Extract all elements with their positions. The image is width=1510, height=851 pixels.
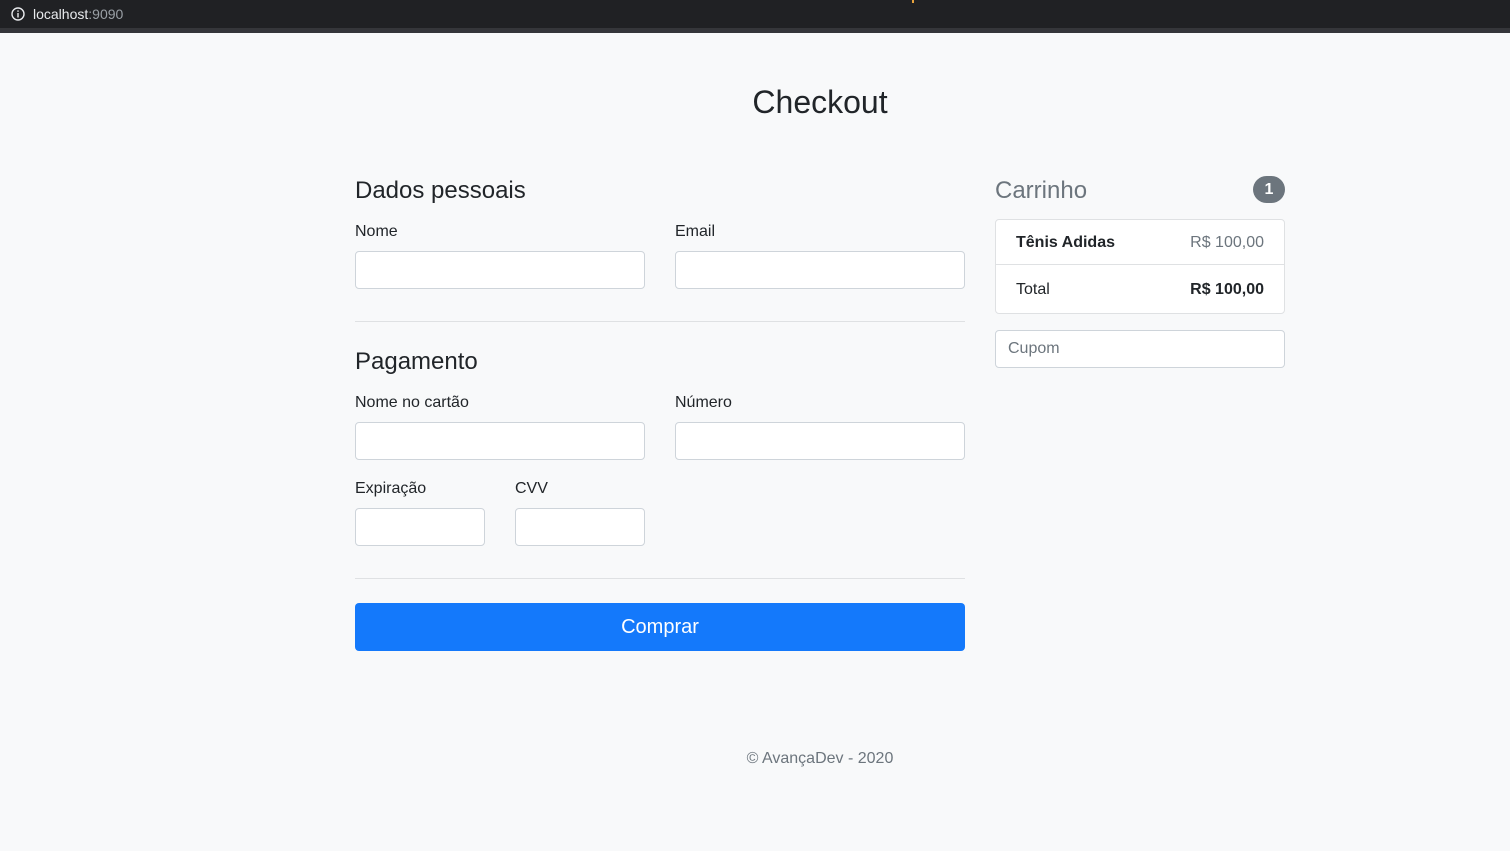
coupon-input[interactable] — [995, 330, 1285, 368]
footer-copyright: © AvançaDev - 2020 — [746, 750, 894, 767]
cart-total-value: R$ 100,00 — [1190, 281, 1264, 298]
cart-heading: Carrinho — [995, 177, 1088, 204]
url-text[interactable]: localhost:9090 — [33, 6, 123, 22]
cart-item-name: Tênis Adidas — [1016, 234, 1115, 251]
card-name-input[interactable] — [355, 422, 645, 460]
cvv-input[interactable] — [515, 508, 645, 546]
email-input[interactable] — [675, 251, 965, 289]
cart-count-badge: 1 — [1253, 176, 1285, 203]
expiration-label: Expiração — [355, 480, 427, 497]
cart-list: Tênis Adidas R$ 100,00 Total R$ 100,00 — [995, 219, 1285, 314]
name-label: Nome — [355, 223, 398, 240]
browser-address-bar[interactable]: localhost:9090 — [0, 0, 1510, 33]
cart-item: Tênis Adidas R$ 100,00 — [996, 220, 1284, 265]
cart-item-price: R$ 100,00 — [1190, 234, 1264, 251]
url-port: :9090 — [88, 6, 124, 22]
email-label: Email — [675, 223, 716, 240]
page-title: Checkout — [752, 84, 888, 120]
loading-indicator — [912, 0, 914, 3]
payment-heading: Pagamento — [355, 348, 478, 375]
section-divider — [355, 578, 965, 579]
cart-total-label: Total — [1016, 281, 1050, 298]
cvv-label: CVV — [515, 480, 548, 497]
expiration-input[interactable] — [355, 508, 485, 546]
buy-button[interactable]: Comprar — [355, 603, 965, 651]
card-number-input[interactable] — [675, 422, 965, 460]
card-number-label: Número — [675, 394, 732, 411]
url-host: localhost — [33, 6, 89, 22]
personal-data-heading: Dados pessoais — [355, 177, 526, 204]
info-icon[interactable] — [11, 7, 25, 21]
section-divider — [355, 321, 965, 322]
cart-total-row: Total R$ 100,00 — [996, 265, 1284, 314]
card-name-label: Nome no cartão — [355, 394, 469, 411]
name-input[interactable] — [355, 251, 645, 289]
